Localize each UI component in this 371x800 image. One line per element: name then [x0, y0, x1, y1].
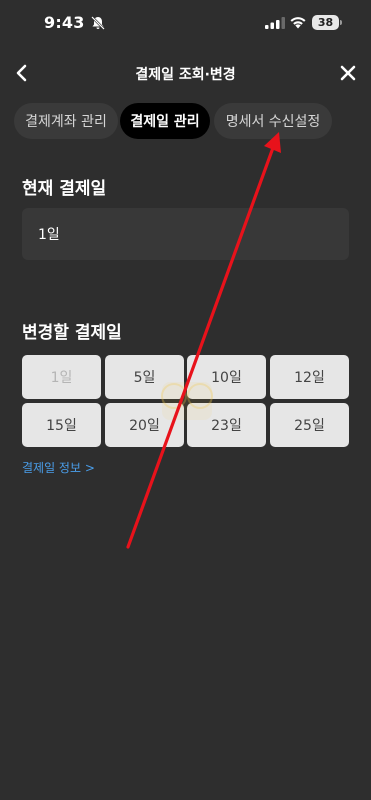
day-option-25[interactable]: 25일	[270, 403, 349, 447]
payment-date-info-link[interactable]: 결제일 정보 >	[22, 459, 95, 476]
bell-muted-icon	[91, 16, 105, 30]
change-date-heading: 변경할 결제일	[22, 323, 122, 343]
battery-cap	[340, 20, 342, 25]
header: 결제일 조회·변경	[0, 54, 371, 94]
current-date-value: 1일	[38, 227, 60, 243]
cellular-signal-icon	[265, 17, 285, 29]
status-bar: 9:43 38	[0, 0, 371, 44]
day-option-15[interactable]: 15일	[22, 403, 101, 447]
day-option-20[interactable]: 20일	[105, 403, 184, 447]
close-icon[interactable]	[338, 63, 358, 83]
current-date-heading: 현재 결제일	[22, 179, 107, 199]
tab-payment-account[interactable]: 결제계좌 관리	[14, 103, 118, 139]
battery-level: 38	[317, 16, 334, 29]
status-time: 9:43	[44, 13, 85, 32]
battery-indicator: 38	[312, 15, 339, 30]
day-option-12[interactable]: 12일	[270, 355, 349, 399]
day-option-5[interactable]: 5일	[105, 355, 184, 399]
page-title: 결제일 조회·변경	[135, 67, 236, 83]
tab-statement-settings[interactable]: 명세서 수신설정	[214, 103, 332, 139]
tab-payment-date[interactable]: 결제일 관리	[120, 103, 210, 139]
day-option-1[interactable]: 1일	[22, 355, 101, 399]
day-option-23[interactable]: 23일	[187, 403, 266, 447]
current-date-field: 1일	[22, 208, 349, 260]
wifi-icon	[290, 17, 306, 29]
day-option-10[interactable]: 10일	[187, 355, 266, 399]
